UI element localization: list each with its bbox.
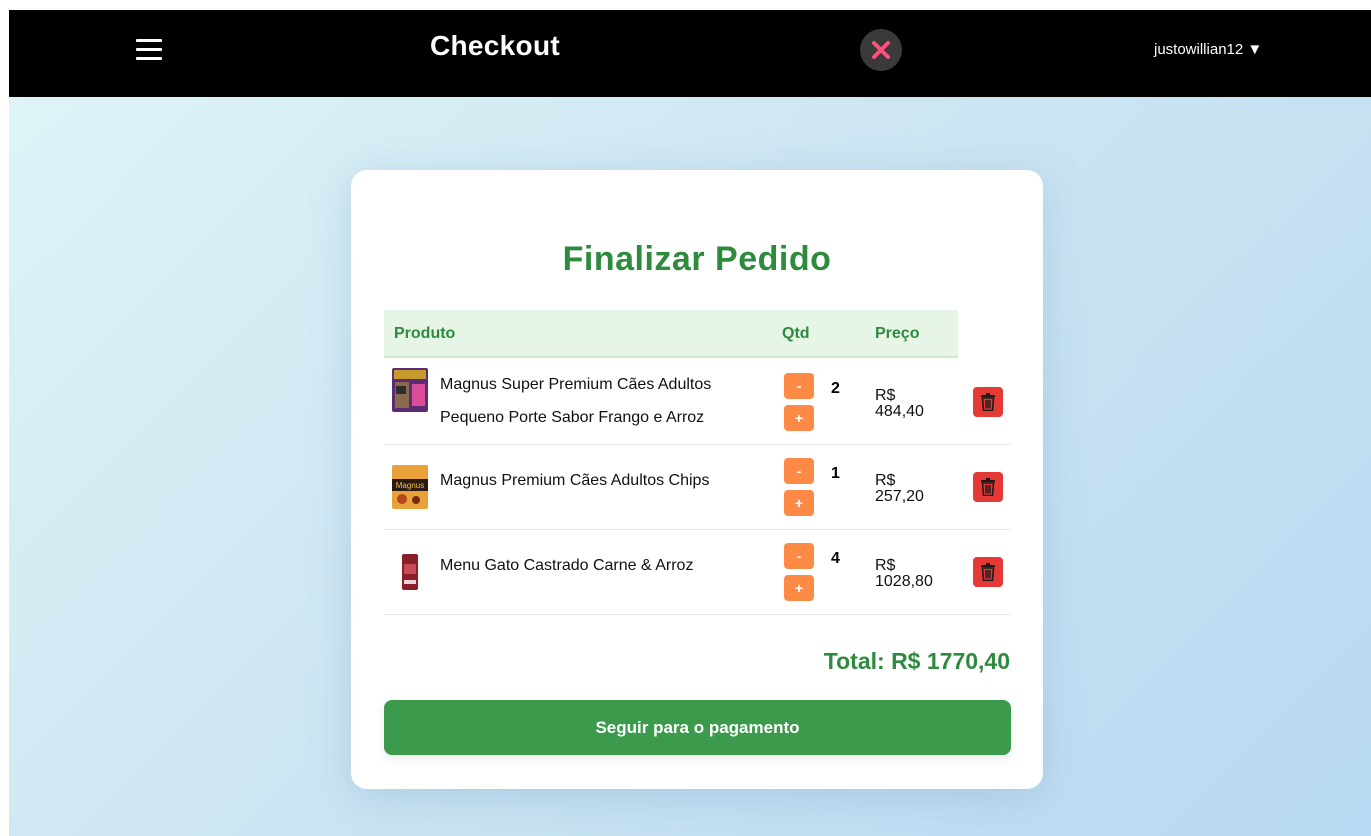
product-image: Magnus	[392, 465, 428, 509]
increase-quantity-button[interactable]: +	[784, 490, 814, 516]
delete-item-button[interactable]	[973, 557, 1003, 587]
decrease-quantity-button[interactable]: -	[784, 543, 814, 569]
table-row: Menu Gato Castrado Carne & Arroz - + 4 R…	[384, 530, 1011, 615]
decrease-quantity-button[interactable]: -	[784, 458, 814, 484]
checkout-card: Finalizar Pedido Produto Qtd Preço Magnu…	[351, 170, 1043, 789]
product-name: Magnus Super Premium Cães Adultos Pequen…	[440, 376, 712, 426]
chevron-down-icon: ▼	[1247, 41, 1263, 58]
price-currency: R$	[875, 387, 896, 404]
username-label: justowillian12	[1154, 41, 1244, 58]
increase-quantity-button[interactable]: +	[784, 575, 814, 601]
quantity-controls: - +	[784, 458, 814, 522]
delete-item-button[interactable]	[973, 472, 1003, 502]
item-price: R$ 1028,80	[875, 558, 933, 590]
price-amount: 257,20	[875, 488, 924, 505]
hamburger-menu-icon[interactable]	[136, 36, 162, 64]
product-cell: Magnus Super Premium Cães Adultos Pequen…	[392, 368, 762, 434]
table-row: Magnus Super Premium Cães Adultos Pequen…	[384, 360, 1011, 445]
price-amount: 484,40	[875, 403, 924, 420]
product-image	[392, 550, 428, 594]
close-button[interactable]	[860, 29, 902, 71]
trash-icon	[981, 478, 995, 496]
increase-quantity-button[interactable]: +	[784, 405, 814, 431]
item-price: R$ 484,40	[875, 388, 924, 420]
column-header-price: Preço	[875, 325, 920, 342]
decrease-quantity-button[interactable]: -	[784, 373, 814, 399]
quantity-controls: - +	[784, 373, 814, 437]
column-header-product: Produto	[394, 325, 456, 342]
page-background: Checkout justowillian12 ▼ Finalizar Pedi…	[9, 10, 1371, 836]
close-x-icon	[872, 41, 890, 59]
user-menu-dropdown[interactable]: justowillian12 ▼	[1154, 41, 1262, 58]
quantity-value: 2	[831, 380, 840, 397]
order-total: Total: R$ 1770,40	[823, 648, 1010, 674]
order-title: Finalizar Pedido	[562, 240, 832, 278]
column-header-qty: Qtd	[782, 325, 810, 342]
delete-item-button[interactable]	[973, 387, 1003, 417]
quantity-value: 1	[831, 465, 840, 482]
proceed-to-payment-button[interactable]: Seguir para o pagamento	[384, 700, 1011, 755]
product-cell: Menu Gato Castrado Carne & Arroz	[392, 550, 762, 594]
trash-icon	[981, 563, 995, 581]
product-name: Magnus Premium Cães Adultos Chips	[440, 472, 710, 489]
product-cell: Magnus Magnus Premium Cães Adultos Chips	[392, 465, 762, 509]
price-currency: R$	[875, 557, 896, 574]
quantity-controls: - +	[784, 543, 814, 607]
product-name: Menu Gato Castrado Carne & Arroz	[440, 557, 694, 574]
top-bar: Checkout justowillian12 ▼	[9, 10, 1371, 97]
item-price: R$ 257,20	[875, 473, 924, 505]
quantity-value: 4	[831, 550, 840, 567]
product-image	[392, 368, 428, 412]
table-row: Magnus Magnus Premium Cães Adultos Chips…	[384, 445, 1011, 530]
table-header: Produto Qtd Preço	[384, 310, 958, 358]
trash-icon	[981, 393, 995, 411]
page-title: Checkout	[430, 30, 560, 61]
svg-text:Magnus: Magnus	[396, 481, 424, 490]
price-currency: R$	[875, 472, 896, 489]
price-amount: 1028,80	[875, 573, 933, 590]
